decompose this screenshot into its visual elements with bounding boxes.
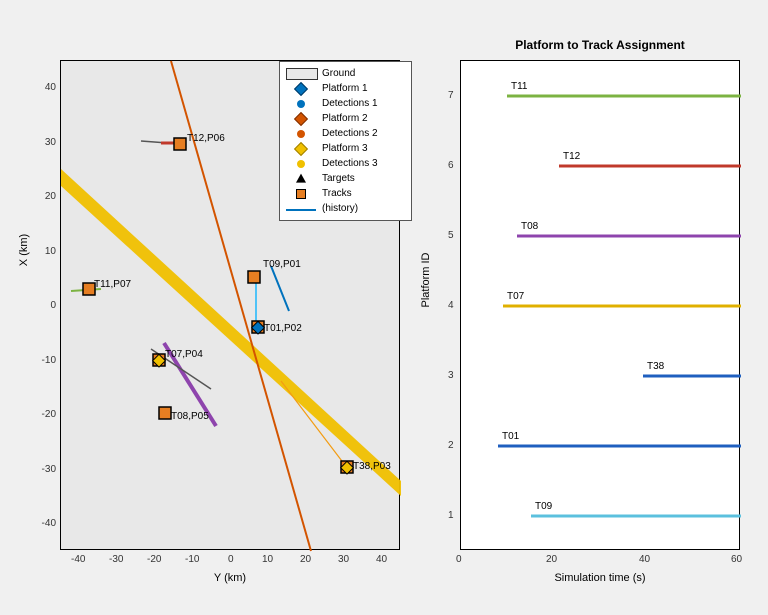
yt: -30 — [36, 464, 56, 475]
map-ylabel: X (km) — [18, 200, 30, 300]
assign-label: T09 — [535, 501, 552, 512]
yt-r: 5 — [448, 230, 454, 241]
xt: -30 — [109, 554, 123, 565]
assign-label: T11 — [511, 81, 528, 92]
legend-label: Tracks — [322, 186, 352, 201]
legend-label: (history) — [322, 201, 358, 216]
yt: 10 — [36, 246, 56, 257]
yt-r: 2 — [448, 440, 454, 451]
label-t09: T09,P01 — [263, 259, 301, 270]
legend-row: Detections 2 — [286, 126, 405, 141]
legend-label: Targets — [322, 171, 355, 186]
map-legend: Ground Platform 1 Detections 1 Platform … — [279, 61, 412, 221]
xt-r: 0 — [456, 554, 462, 565]
legend-row: Targets — [286, 171, 405, 186]
assign-axes: T11 T12 T08 T07 T38 T01 T09 — [460, 60, 740, 550]
assign-label: T12 — [563, 151, 580, 162]
yt-r: 1 — [448, 510, 454, 521]
map-xlabel: Y (km) — [60, 572, 400, 584]
yt: 40 — [36, 82, 56, 93]
platform-diamonds — [153, 321, 354, 474]
legend-label: Ground — [322, 66, 355, 81]
legend-row: Detections 3 — [286, 156, 405, 171]
yt: 20 — [36, 191, 56, 202]
label-t12: T12,P06 — [187, 133, 225, 144]
xt: 30 — [338, 554, 349, 565]
yt: -10 — [36, 355, 56, 366]
xt: 20 — [300, 554, 311, 565]
xt: 10 — [262, 554, 273, 565]
xt: -40 — [71, 554, 85, 565]
xt-r: 60 — [731, 554, 742, 565]
assign-label: T01 — [502, 431, 519, 442]
yt-r: 7 — [448, 90, 454, 101]
matlab-figure: T09,P01 T01,P02 T38,P03 T07,P04 T08,P05 … — [0, 0, 768, 615]
xt: -20 — [147, 554, 161, 565]
yt: 30 — [36, 137, 56, 148]
label-t07: T07,P04 — [165, 349, 203, 360]
xt: 40 — [376, 554, 387, 565]
legend-row: Tracks — [286, 186, 405, 201]
legend-label: Platform 3 — [322, 141, 368, 156]
legend-label: Detections 1 — [322, 96, 378, 111]
legend-label: Detections 3 — [322, 156, 378, 171]
assign-label: T38 — [647, 361, 664, 372]
label-t01: T01,P02 — [264, 323, 302, 334]
assign-ylabel: Platform ID — [420, 220, 432, 340]
legend-label: Platform 2 — [322, 111, 368, 126]
assign-xlabel: Simulation time (s) — [460, 572, 740, 584]
history-t09 — [271, 266, 289, 311]
yt: -40 — [36, 518, 56, 529]
assign-title: Platform to Track Assignment — [460, 38, 740, 52]
label-t38: T38,P03 — [353, 461, 391, 472]
xt: 0 — [228, 554, 234, 565]
assign-label: T08 — [521, 221, 538, 232]
yt: -20 — [36, 409, 56, 420]
yt-r: 4 — [448, 300, 454, 311]
legend-row: Platform 2 — [286, 111, 405, 126]
legend-row: Platform 1 — [286, 81, 405, 96]
legend-label: Detections 2 — [322, 126, 378, 141]
assign-plot-svg — [461, 61, 741, 551]
xt-r: 40 — [639, 554, 650, 565]
label-t08: T08,P05 — [171, 411, 209, 422]
yt: 0 — [36, 300, 56, 311]
assign-label: T07 — [507, 291, 524, 302]
label-t11: T11,P07 — [94, 279, 131, 290]
legend-row: (history) — [286, 201, 405, 216]
xt: -10 — [185, 554, 199, 565]
legend-row: Ground — [286, 66, 405, 81]
yt-r: 3 — [448, 370, 454, 381]
legend-row: Detections 1 — [286, 96, 405, 111]
xt-r: 20 — [546, 554, 557, 565]
legend-row: Platform 3 — [286, 141, 405, 156]
legend-label: Platform 1 — [322, 81, 368, 96]
yt-r: 6 — [448, 160, 454, 171]
